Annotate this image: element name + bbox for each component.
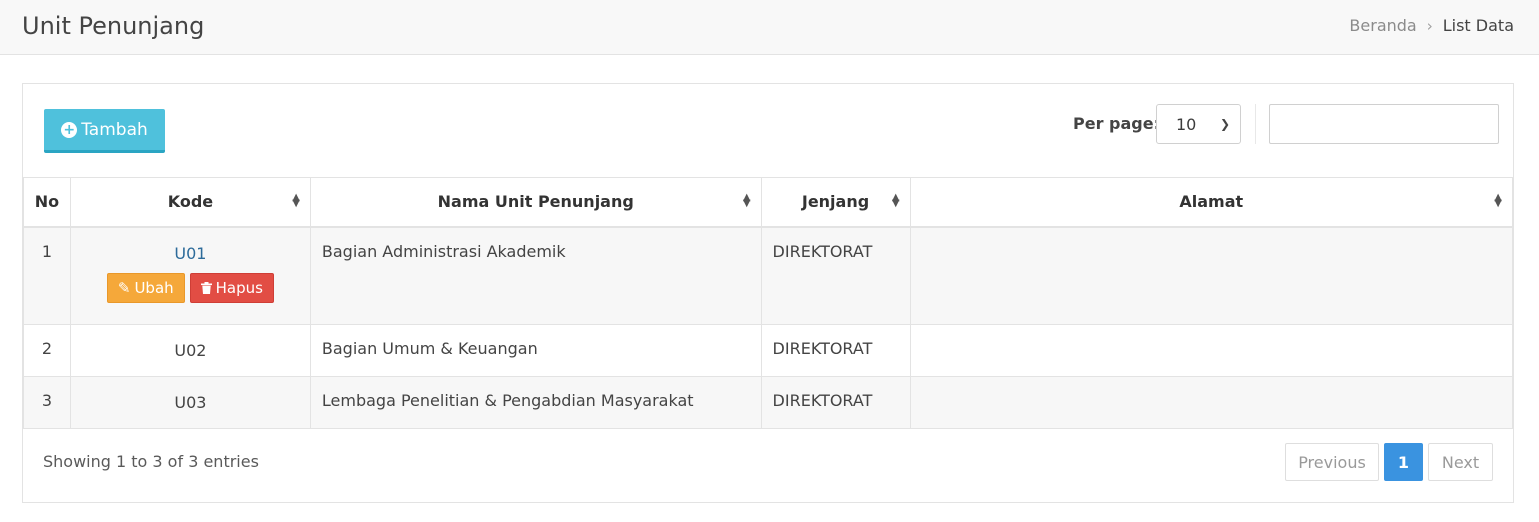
- row-actions: ✎ Ubah Hapus: [71, 272, 310, 303]
- delete-button[interactable]: Hapus: [189, 272, 274, 303]
- perpage-select[interactable]: 10 ❯: [1156, 104, 1241, 144]
- column-header-jenjang-label: Jenjang: [801, 192, 870, 212]
- cell-no: 3: [23, 376, 71, 429]
- breadcrumb-home-link[interactable]: Beranda: [1349, 16, 1416, 35]
- cell-kode: U01 ✎ Ubah Hapus: [69, 226, 311, 325]
- cell-alamat: [909, 324, 1514, 377]
- delete-button-label: Hapus: [215, 278, 263, 297]
- table-header-row: No Kode ▲ ▼ Nama Unit Penunjang ▲ ▼ Jenjang ▲…: [23, 177, 1514, 228]
- table-info: Showing 1 to 3 of 3 entries: [43, 452, 259, 471]
- add-button[interactable]: + Tambah: [44, 109, 165, 153]
- column-header-kode[interactable]: Kode ▲ ▼: [69, 177, 311, 228]
- add-button-label: Tambah: [81, 119, 148, 140]
- cell-no: 2: [23, 324, 71, 377]
- cell-alamat: [909, 376, 1514, 429]
- breadcrumb-separator-icon: ›: [1426, 16, 1433, 35]
- plus-circle-icon: +: [61, 121, 78, 138]
- sort-icon[interactable]: ▲ ▼: [892, 193, 900, 209]
- edit-button-label: Ubah: [134, 278, 174, 297]
- next-page-button[interactable]: Next: [1428, 443, 1493, 481]
- column-header-alamat[interactable]: Alamat ▲ ▼: [909, 177, 1514, 228]
- edit-button[interactable]: ✎ Ubah: [106, 272, 185, 303]
- chevron-down-icon: ❯: [1219, 117, 1230, 131]
- page-header: Unit Penunjang Beranda › List Data: [0, 0, 1539, 55]
- table-row: 1 U01 ✎ Ubah Hapus Bagian Administrasi A…: [23, 226, 1514, 325]
- cell-kode: U02: [69, 324, 311, 377]
- column-header-nama[interactable]: Nama Unit Penunjang ▲ ▼: [309, 177, 762, 228]
- column-header-kode-label: Kode: [167, 192, 214, 212]
- cell-no: 1: [23, 226, 71, 325]
- page-1-button[interactable]: 1: [1384, 443, 1423, 481]
- breadcrumb: Beranda › List Data: [1349, 16, 1514, 35]
- cell-alamat: [909, 226, 1514, 325]
- sort-icon[interactable]: ▲ ▼: [743, 193, 751, 209]
- column-header-alamat-label: Alamat: [1179, 192, 1244, 212]
- column-header-no: No: [23, 177, 71, 228]
- column-header-jenjang[interactable]: Jenjang ▲ ▼: [760, 177, 911, 228]
- cell-jenjang: DIREKTORAT: [760, 376, 911, 429]
- cell-nama: Lembaga Penelitian & Pengabdian Masyarak…: [309, 376, 762, 429]
- previous-page-button[interactable]: Previous: [1285, 443, 1379, 481]
- data-table: No Kode ▲ ▼ Nama Unit Penunjang ▲ ▼ Jenjang ▲…: [23, 177, 1514, 429]
- pencil-icon: ✎: [117, 278, 131, 297]
- sort-icon[interactable]: ▲ ▼: [292, 193, 300, 209]
- pagination: Previous 1 Next: [1285, 443, 1493, 481]
- breadcrumb-current: List Data: [1442, 16, 1514, 35]
- toolbar-divider: [1255, 104, 1256, 144]
- cell-jenjang: DIREKTORAT: [760, 324, 911, 377]
- cell-kode: U03: [69, 376, 311, 429]
- table-row: 3 U03 Lembaga Penelitian & Pengabdian Ma…: [23, 376, 1514, 429]
- cell-nama: Bagian Administrasi Akademik: [309, 226, 762, 325]
- data-panel: + Tambah Per page: 10 ❯ No Kode ▲ ▼ Nama U…: [22, 83, 1514, 503]
- cell-nama: Bagian Umum & Keuangan: [309, 324, 762, 377]
- column-header-nama-label: Nama Unit Penunjang: [437, 192, 634, 212]
- trash-icon: [200, 281, 212, 294]
- page-title: Unit Penunjang: [22, 12, 205, 40]
- perpage-label: Per page:: [1073, 114, 1160, 133]
- kode-link[interactable]: U01: [174, 244, 206, 263]
- sort-icon[interactable]: ▲ ▼: [1494, 193, 1502, 209]
- search-input[interactable]: [1269, 104, 1499, 144]
- table-row: 2 U02 Bagian Umum & Keuangan DIREKTORAT: [23, 324, 1514, 377]
- cell-jenjang: DIREKTORAT: [760, 226, 911, 325]
- perpage-value: 10: [1176, 114, 1197, 134]
